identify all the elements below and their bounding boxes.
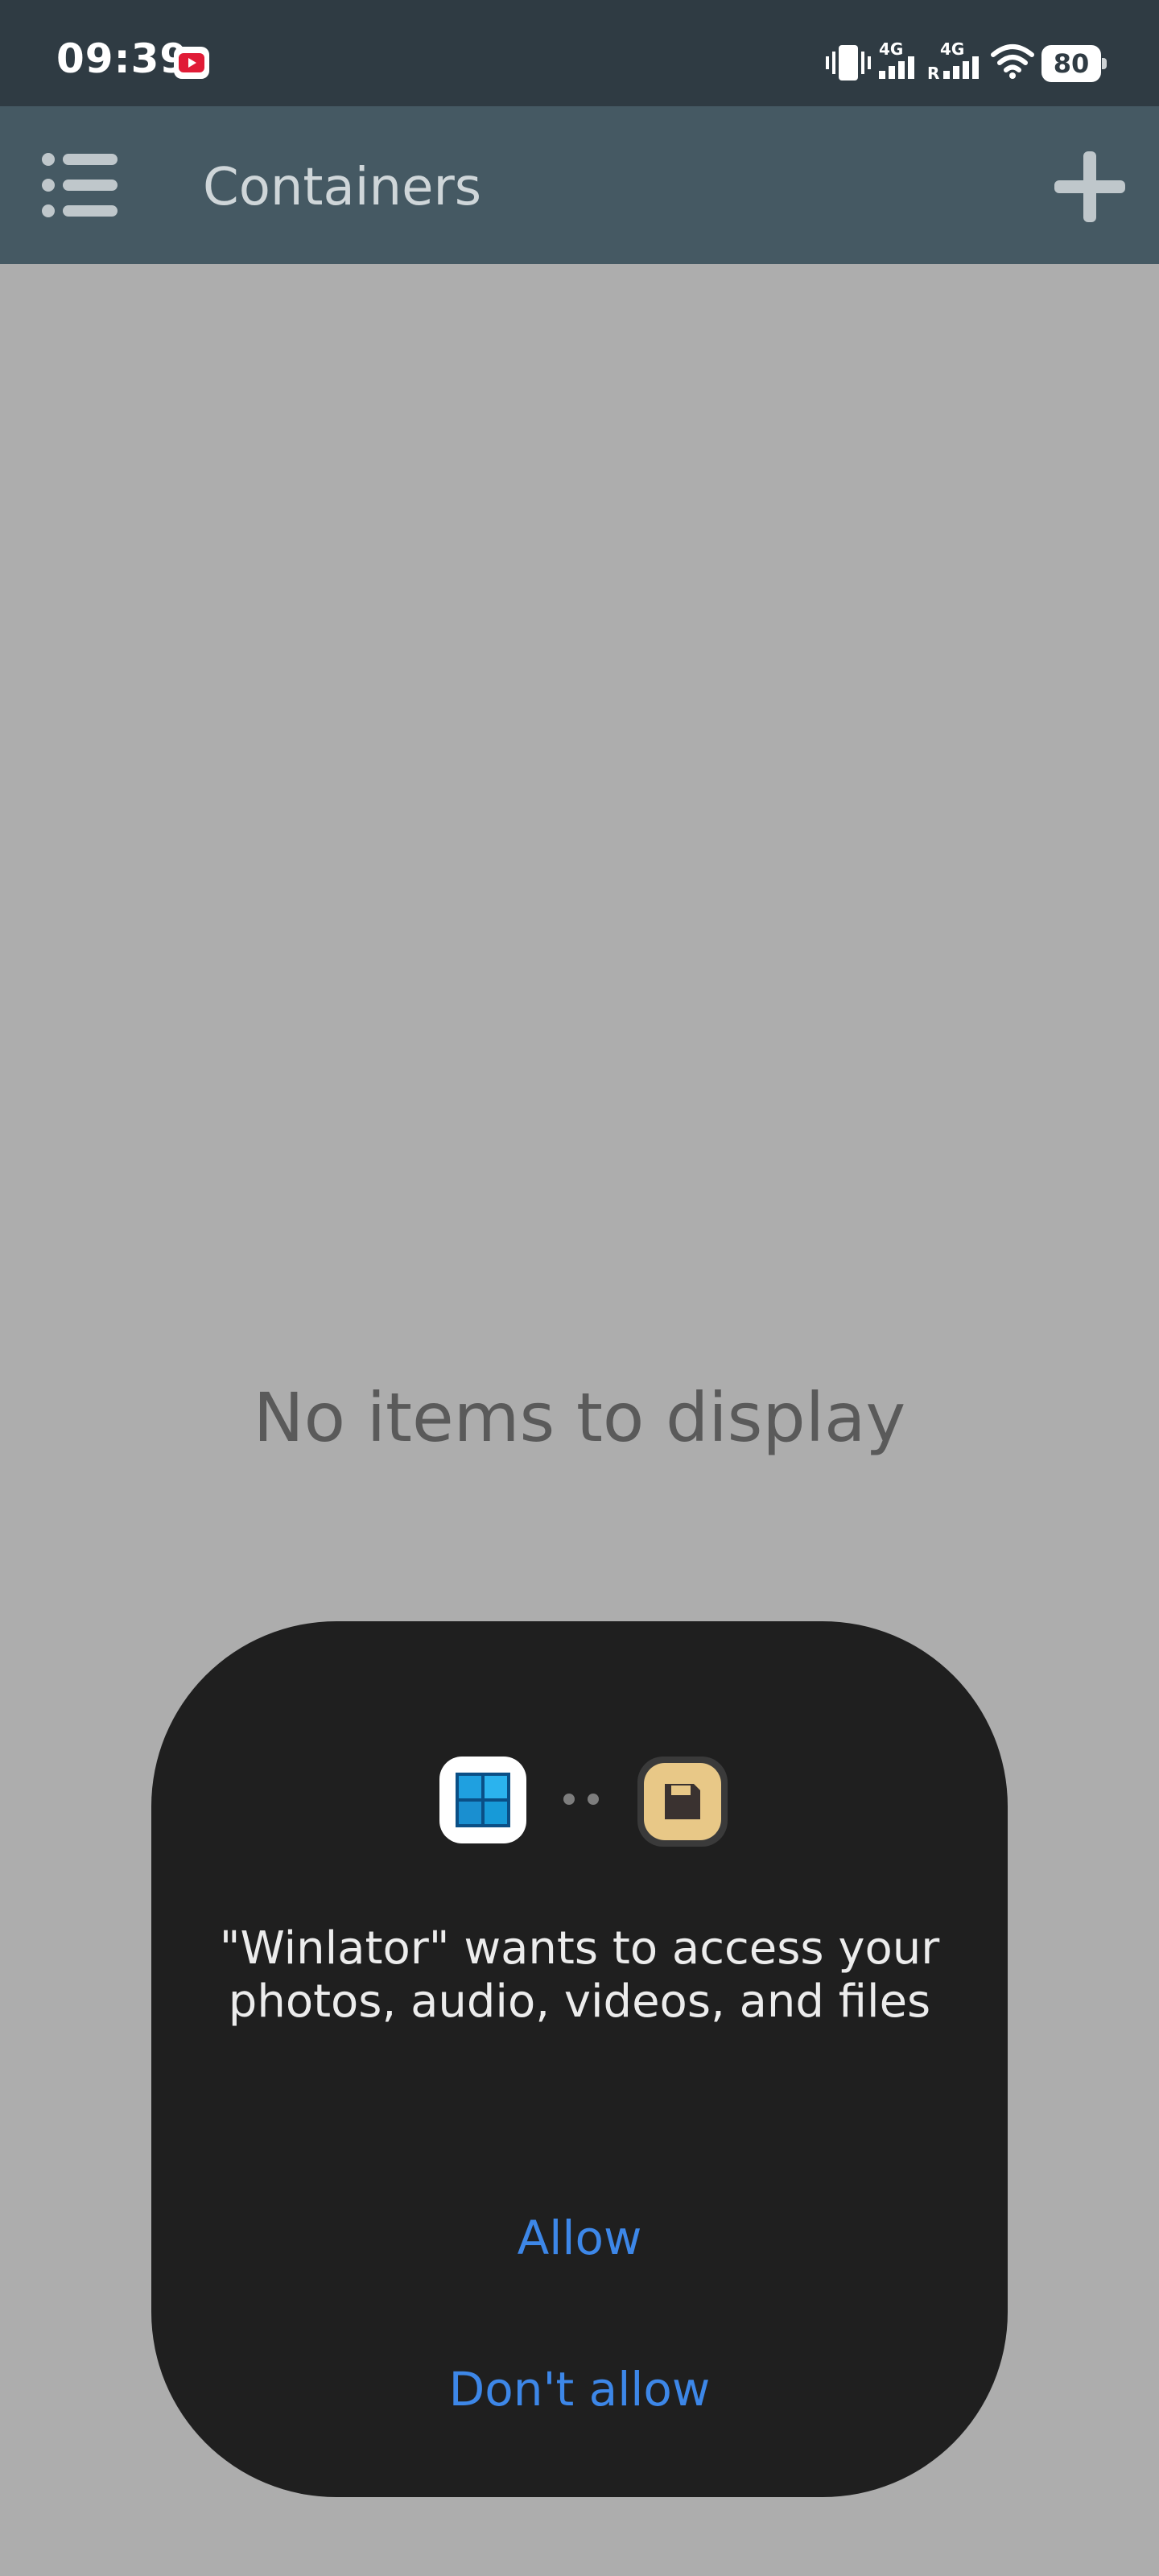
winlator-app-icon xyxy=(439,1757,526,1843)
status-bar: 09:39 4G 4G R 80 xyxy=(0,0,1159,106)
roaming-label: R xyxy=(927,64,939,82)
signal-icon: 4G xyxy=(879,40,914,79)
dont-allow-button[interactable]: Don't allow xyxy=(151,2333,1008,2446)
dialog-connector-dots xyxy=(563,1794,602,1806)
storage-permission-icon xyxy=(637,1757,728,1847)
youtube-notification-icon xyxy=(174,47,209,79)
dialog-message: "Winlator" wants to access your photos, … xyxy=(219,1922,940,2028)
network-type-label: 4G xyxy=(879,40,903,59)
add-icon[interactable] xyxy=(1051,148,1128,225)
empty-state-message: No items to display xyxy=(253,1378,906,1457)
battery-icon: 80 xyxy=(1041,45,1107,82)
roaming-signal-icon: 4G R xyxy=(927,40,979,82)
page-title: Containers xyxy=(203,158,482,217)
status-time: 09:39 xyxy=(56,35,189,82)
battery-level: 80 xyxy=(1053,48,1090,79)
vibrate-icon xyxy=(826,45,871,80)
network-type-label: 4G xyxy=(940,40,964,59)
allow-button[interactable]: Allow xyxy=(151,2182,1008,2294)
save-icon xyxy=(665,1784,700,1819)
wifi-icon xyxy=(991,44,1034,79)
menu-icon[interactable] xyxy=(40,151,121,219)
app-bar xyxy=(0,106,1159,264)
